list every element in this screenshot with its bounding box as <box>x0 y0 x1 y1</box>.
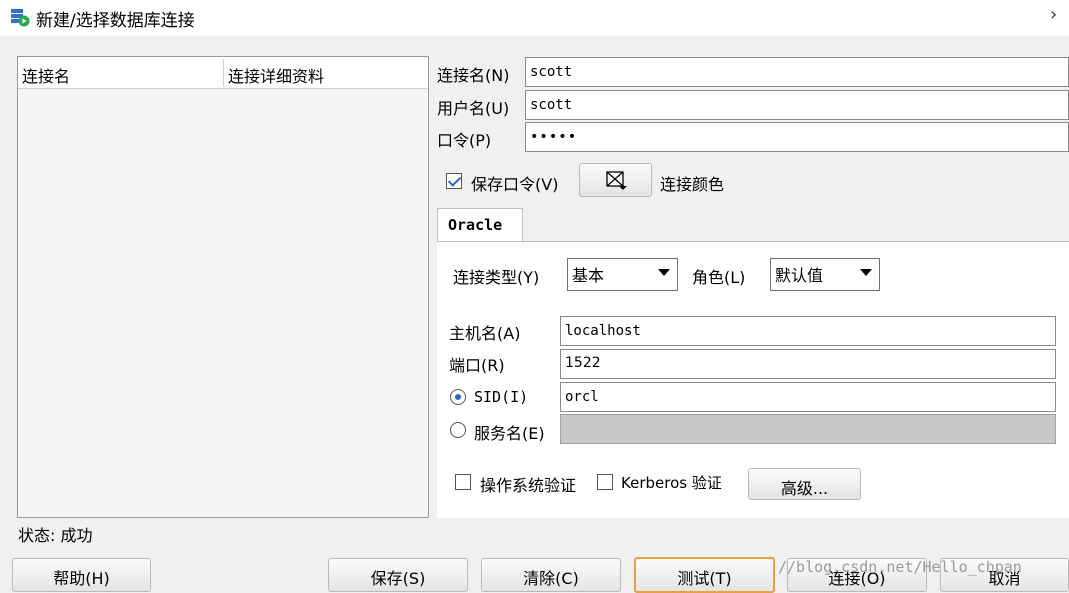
password-input[interactable]: ••••• <box>525 122 1069 152</box>
status-text: 状态: 成功 <box>18 526 93 545</box>
hostname-input[interactable]: localhost <box>560 316 1056 346</box>
help-button[interactable]: 帮助(H) <box>12 558 151 592</box>
connection-list[interactable]: 连接名 连接详细资料 <box>17 56 429 518</box>
save-password-label[interactable]: 保存口令(V) <box>471 171 558 195</box>
service-name-radio[interactable] <box>450 422 466 438</box>
watermark-text: //blog.csdn.net/Hello_chpan <box>778 558 1022 576</box>
role-select[interactable]: 默认值 <box>770 258 880 291</box>
tab-oracle[interactable]: Oracle <box>437 208 523 242</box>
conn-name-label: 连接名(N) <box>437 66 510 85</box>
save-button[interactable]: 保存(S) <box>328 558 468 592</box>
port-input[interactable]: 1522 <box>560 349 1056 379</box>
column-header-details[interactable]: 连接详细资料 <box>228 63 324 87</box>
sid-label[interactable]: SID(I) <box>474 388 528 406</box>
list-header: 连接名 连接详细资料 <box>18 57 428 89</box>
window-title: 新建/选择数据库连接 <box>36 11 195 31</box>
hostname-label: 主机名(A) <box>449 324 521 343</box>
chevron-down-icon <box>860 269 872 276</box>
color-picker-icon <box>606 171 627 190</box>
password-label: 口令(P) <box>437 131 492 150</box>
kerberos-label[interactable]: Kerberos 验证 <box>621 472 722 493</box>
advanced-button[interactable]: 高级... <box>748 468 861 500</box>
connection-color-button[interactable] <box>579 163 652 197</box>
sid-input[interactable]: orcl <box>560 382 1056 412</box>
test-button[interactable]: 测试(T) <box>634 557 775 593</box>
os-auth-label[interactable]: 操作系统验证 <box>480 472 576 496</box>
connection-type-select[interactable]: 基本 <box>567 258 678 291</box>
chevron-down-icon <box>658 269 670 276</box>
save-password-checkbox[interactable] <box>446 173 462 189</box>
connection-type-label: 连接类型(Y) <box>453 268 540 287</box>
connection-type-value: 基本 <box>572 266 605 285</box>
role-label: 角色(L) <box>692 268 746 287</box>
service-name-input[interactable] <box>560 414 1056 444</box>
sid-radio[interactable] <box>450 389 466 405</box>
database-connection-icon <box>11 9 30 27</box>
kerberos-checkbox[interactable] <box>597 474 613 490</box>
port-label: 端口(R) <box>449 356 505 375</box>
column-divider[interactable] <box>223 59 224 87</box>
username-label: 用户名(U) <box>437 99 510 118</box>
username-input[interactable]: scott <box>525 90 1069 120</box>
os-auth-checkbox[interactable] <box>455 474 471 490</box>
connection-color-label: 连接颜色 <box>660 175 725 194</box>
service-name-label[interactable]: 服务名(E) <box>474 420 545 444</box>
title-bar: 新建/选择数据库连接 › <box>0 0 1069 36</box>
clear-button[interactable]: 清除(C) <box>481 558 621 592</box>
close-icon[interactable]: › <box>1050 4 1057 25</box>
role-value: 默认值 <box>775 266 824 285</box>
column-header-name[interactable]: 连接名 <box>22 63 70 87</box>
conn-name-input[interactable]: scott <box>525 57 1069 87</box>
